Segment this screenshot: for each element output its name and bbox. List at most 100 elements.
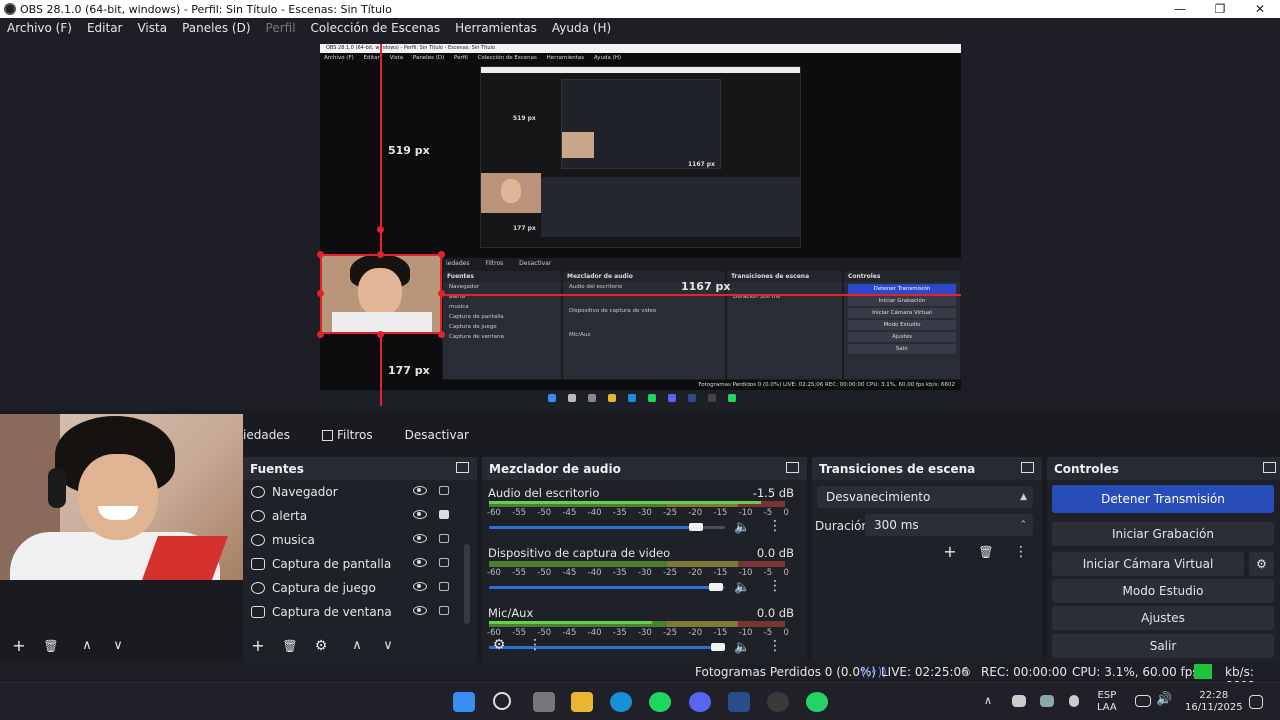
search-icon[interactable]: [493, 692, 511, 710]
source-item[interactable]: Navegador: [243, 480, 477, 504]
tray-steam-icon[interactable]: [1040, 695, 1054, 707]
file-explorer-icon[interactable]: [571, 692, 593, 712]
minimize-button[interactable]: —: [1160, 2, 1200, 16]
discord-icon[interactable]: [689, 692, 711, 712]
remove-source-button[interactable]: 🗑: [281, 637, 299, 655]
resize-handle-tl[interactable]: [317, 251, 324, 258]
notifications-icon[interactable]: [1249, 695, 1263, 709]
volume-slider-knob[interactable]: [688, 523, 703, 531]
microphone-icon[interactable]: [1069, 695, 1079, 707]
duration-spinbox[interactable]: 300 ms ⌃: [865, 514, 1033, 536]
source-item[interactable]: Captura de juego: [243, 576, 477, 600]
preview-canvas[interactable]: OBS 28.1.0 (64-bit, windows) - Perfil: S…: [320, 44, 961, 406]
selection-border[interactable]: [320, 254, 442, 334]
maximize-button[interactable]: ❐: [1200, 2, 1240, 16]
menu-herramientas[interactable]: Herramientas: [455, 21, 537, 35]
mixer-settings-button[interactable]: ⚙: [490, 636, 508, 654]
menu-perfil[interactable]: Perfil: [266, 21, 296, 35]
transition-more-button[interactable]: ⋮: [1012, 543, 1030, 561]
scene-down-button[interactable]: ∨: [109, 637, 127, 655]
eye-icon[interactable]: [413, 582, 427, 591]
source-item[interactable]: Captura de pantalla: [243, 552, 477, 576]
volume-slider[interactable]: [489, 523, 725, 531]
whatsapp-icon[interactable]: [806, 692, 828, 712]
virtualcam-settings-button[interactable]: ⚙: [1249, 552, 1274, 576]
unlock-icon[interactable]: [439, 582, 449, 591]
menu-paneles[interactable]: Paneles (D): [182, 21, 250, 35]
tray-discord-icon[interactable]: [1012, 695, 1026, 707]
speaker-icon[interactable]: 🔈: [734, 640, 750, 655]
unlock-icon[interactable]: [439, 534, 449, 543]
remove-transition-button[interactable]: 🗑: [977, 543, 995, 561]
undock-icon[interactable]: [1263, 462, 1276, 473]
volume-slider[interactable]: [489, 583, 725, 591]
eye-icon[interactable]: [413, 558, 427, 567]
studio-mode-button[interactable]: Modo Estudio: [1052, 579, 1274, 603]
network-icon[interactable]: [1135, 695, 1151, 707]
unlock-icon[interactable]: [439, 486, 449, 495]
volume-slider-knob[interactable]: [711, 643, 725, 651]
channel-menu-button[interactable]: ⋮: [768, 578, 782, 594]
source-item[interactable]: musica: [243, 528, 477, 552]
exit-button[interactable]: Salir: [1052, 634, 1274, 658]
eye-icon[interactable]: [413, 534, 427, 543]
close-button[interactable]: ✕: [1240, 2, 1280, 16]
menu-ayuda[interactable]: Ayuda (H): [552, 21, 611, 35]
start-virtualcam-button[interactable]: Iniciar Cámara Virtual: [1052, 552, 1244, 576]
undock-icon[interactable]: [786, 462, 799, 473]
source-up-button[interactable]: ∧: [348, 637, 366, 655]
channel-menu-button[interactable]: ⋮: [768, 638, 782, 654]
tray-expand-icon[interactable]: ∧: [984, 695, 992, 707]
scene-up-button[interactable]: ∧: [78, 637, 96, 655]
channel-menu-button[interactable]: ⋮: [768, 518, 782, 534]
preview-area[interactable]: OBS 28.1.0 (64-bit, windows) - Perfil: S…: [0, 38, 1280, 410]
obs-icon[interactable]: [767, 692, 789, 712]
spotify-icon[interactable]: [649, 692, 671, 712]
spin-arrows-icon[interactable]: ⌃: [1019, 514, 1027, 536]
settings-button[interactable]: Ajustes: [1052, 606, 1274, 630]
resize-handle-tr[interactable]: [438, 251, 445, 258]
source-item[interactable]: Captura de ventana: [243, 600, 477, 624]
clock[interactable]: 22:28 16/11/2025: [1185, 690, 1243, 714]
source-properties-button[interactable]: ⚙: [312, 637, 330, 655]
lock-icon[interactable]: [439, 510, 449, 519]
windows-start-icon[interactable]: [453, 692, 475, 712]
transition-select[interactable]: Desvanecimiento ▲: [817, 486, 1033, 508]
eye-icon[interactable]: [413, 606, 427, 615]
menu-coleccion-escenas[interactable]: Colección de Escenas: [311, 21, 441, 35]
volume-icon[interactable]: 🔊: [1156, 693, 1172, 706]
start-recording-button[interactable]: Iniciar Grabación: [1052, 522, 1274, 546]
edge-icon[interactable]: [610, 692, 632, 712]
steam-icon[interactable]: [728, 692, 750, 712]
add-scene-button[interactable]: +: [10, 637, 28, 655]
source-item[interactable]: alerta: [243, 504, 477, 528]
source-down-button[interactable]: ∨: [379, 637, 397, 655]
volume-slider[interactable]: [489, 643, 725, 651]
sources-scrollbar[interactable]: [464, 544, 470, 624]
unlock-icon[interactable]: [439, 558, 449, 567]
undock-icon[interactable]: [1021, 462, 1034, 473]
tab-properties[interactable]: iedades: [243, 428, 290, 442]
remove-scene-button[interactable]: 🗑: [42, 637, 60, 655]
add-transition-button[interactable]: +: [941, 543, 959, 561]
volume-slider-knob[interactable]: [708, 583, 723, 591]
eye-icon[interactable]: [413, 486, 427, 495]
unlock-icon[interactable]: [439, 606, 449, 615]
speaker-icon[interactable]: 🔈: [734, 520, 750, 535]
menu-editar[interactable]: Editar: [87, 21, 123, 35]
stop-stream-button[interactable]: Detener Transmisión: [1052, 485, 1274, 513]
tab-deactivate[interactable]: Desactivar: [405, 428, 469, 442]
mixer-more-button[interactable]: ⋮: [526, 636, 544, 654]
resize-handle-bl[interactable]: [317, 331, 324, 338]
resize-handle-l[interactable]: [317, 290, 324, 297]
eye-icon[interactable]: [413, 510, 427, 519]
language-indicator[interactable]: ESP LAA: [1097, 690, 1117, 714]
taskview-icon[interactable]: [533, 692, 555, 712]
add-source-button[interactable]: +: [249, 637, 267, 655]
menu-archivo[interactable]: Archivo (F): [7, 21, 72, 35]
menu-vista[interactable]: Vista: [137, 21, 167, 35]
resize-handle-br[interactable]: [438, 331, 445, 338]
tab-filters[interactable]: Filtros: [321, 428, 373, 442]
speaker-muted-icon[interactable]: 🔈: [734, 580, 750, 595]
undock-icon[interactable]: [456, 462, 469, 473]
